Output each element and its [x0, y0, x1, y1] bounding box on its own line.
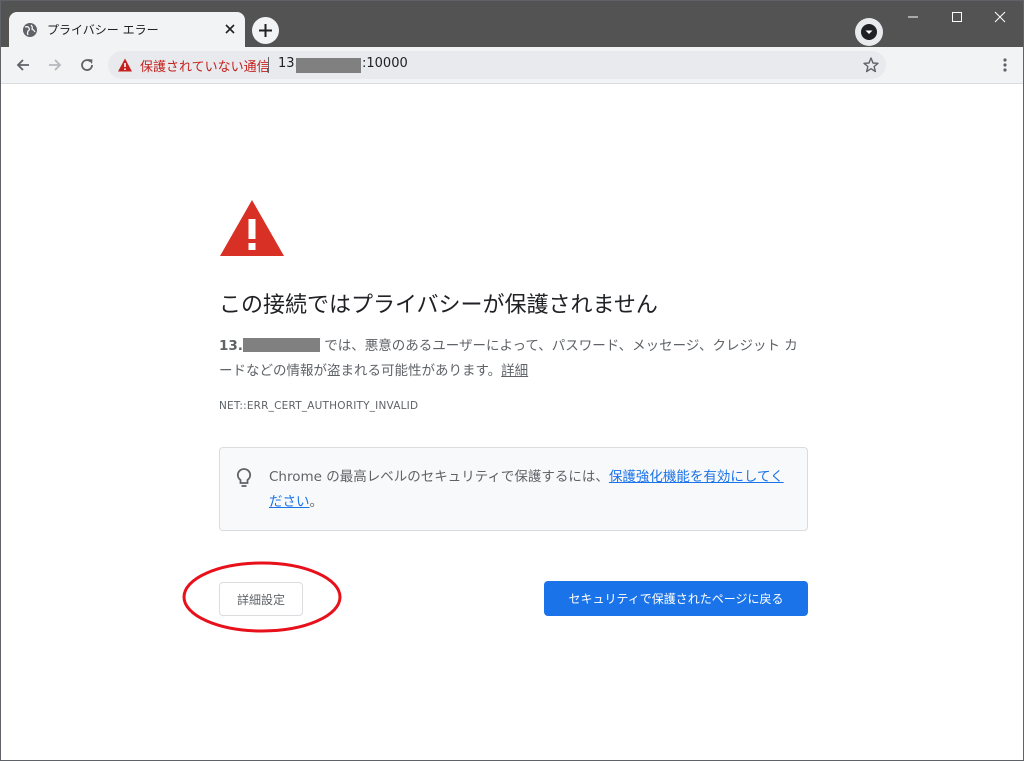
arrow-left-icon — [16, 59, 29, 71]
minimize-icon — [908, 16, 918, 18]
close-icon — [994, 11, 1006, 23]
page-title: この接続ではプライバシーが保護されません — [219, 293, 658, 318]
profile-avatar — [861, 24, 877, 40]
enhanced-protection-box: Chrome の最高レベルのセキュリティで保護するには、保護強化機能を有効にして… — [219, 447, 808, 531]
reload-icon — [81, 59, 93, 71]
tab-strip: プライバシー エラー — [1, 1, 1023, 47]
redacted-ip — [296, 58, 361, 73]
annotation-circle — [182, 561, 342, 633]
warning-description: 13. では、悪意のあるユーザーによって、パスワード、メッセージ、クレジット カ… — [219, 334, 809, 384]
bookmark-star-icon[interactable] — [862, 56, 880, 74]
close-window-button[interactable] — [977, 1, 1023, 31]
chevron-down-icon — [865, 30, 873, 34]
tab-privacy-error[interactable]: プライバシー エラー — [9, 12, 245, 47]
large-warning-icon — [220, 200, 284, 256]
profile-button[interactable] — [855, 18, 883, 46]
globe-icon — [23, 23, 37, 37]
interstitial-page: この接続ではプライバシーが保護されません 13. では、悪意のあるユーザーによっ… — [1, 84, 1023, 760]
error-code: NET::ERR_CERT_AUTHORITY_INVALID — [219, 400, 419, 412]
details-link[interactable]: 詳細 — [501, 363, 528, 379]
toolbar: 保護されていない通信 13. :10000 — [1, 47, 1023, 84]
back-nav-button[interactable] — [9, 51, 37, 79]
security-status-label[interactable]: 保護されていない通信 — [140, 56, 270, 75]
lightbulb-icon — [236, 468, 252, 487]
maximize-button[interactable] — [934, 1, 980, 31]
more-vert-icon — [1003, 58, 1007, 72]
close-tab-icon[interactable] — [221, 20, 239, 38]
maximize-icon — [952, 12, 962, 22]
new-tab-button[interactable] — [252, 17, 279, 44]
browser-window: プライバシー エラー 保護されていない通信 13.:10000 この接続ではプ… — [0, 0, 1024, 761]
reload-button[interactable] — [73, 51, 101, 79]
warning-icon[interactable] — [117, 57, 133, 73]
arrow-right-icon — [49, 59, 62, 71]
host-prefix: 13. — [219, 338, 243, 354]
address-bar[interactable]: 保護されていない通信 13. :10000 — [108, 51, 886, 79]
tip-text: Chrome の最高レベルのセキュリティで保護するには、 — [269, 469, 609, 485]
tab-title: プライバシー エラー — [47, 23, 159, 37]
omnibox-separator — [268, 57, 269, 73]
redacted-host — [242, 338, 320, 352]
plus-icon — [259, 24, 272, 37]
back-to-safety-button[interactable]: セキュリティで保護されたページに戻る — [544, 581, 808, 616]
url-port: :10000 — [362, 56, 408, 71]
chrome-menu-button[interactable] — [993, 51, 1017, 79]
enhanced-protection-text: Chrome の最高レベルのセキュリティで保護するには、保護強化機能を有効にして… — [269, 465, 789, 515]
tip-end: 。 — [309, 494, 324, 510]
minimize-button[interactable] — [890, 1, 936, 31]
forward-nav-button[interactable] — [41, 51, 69, 79]
